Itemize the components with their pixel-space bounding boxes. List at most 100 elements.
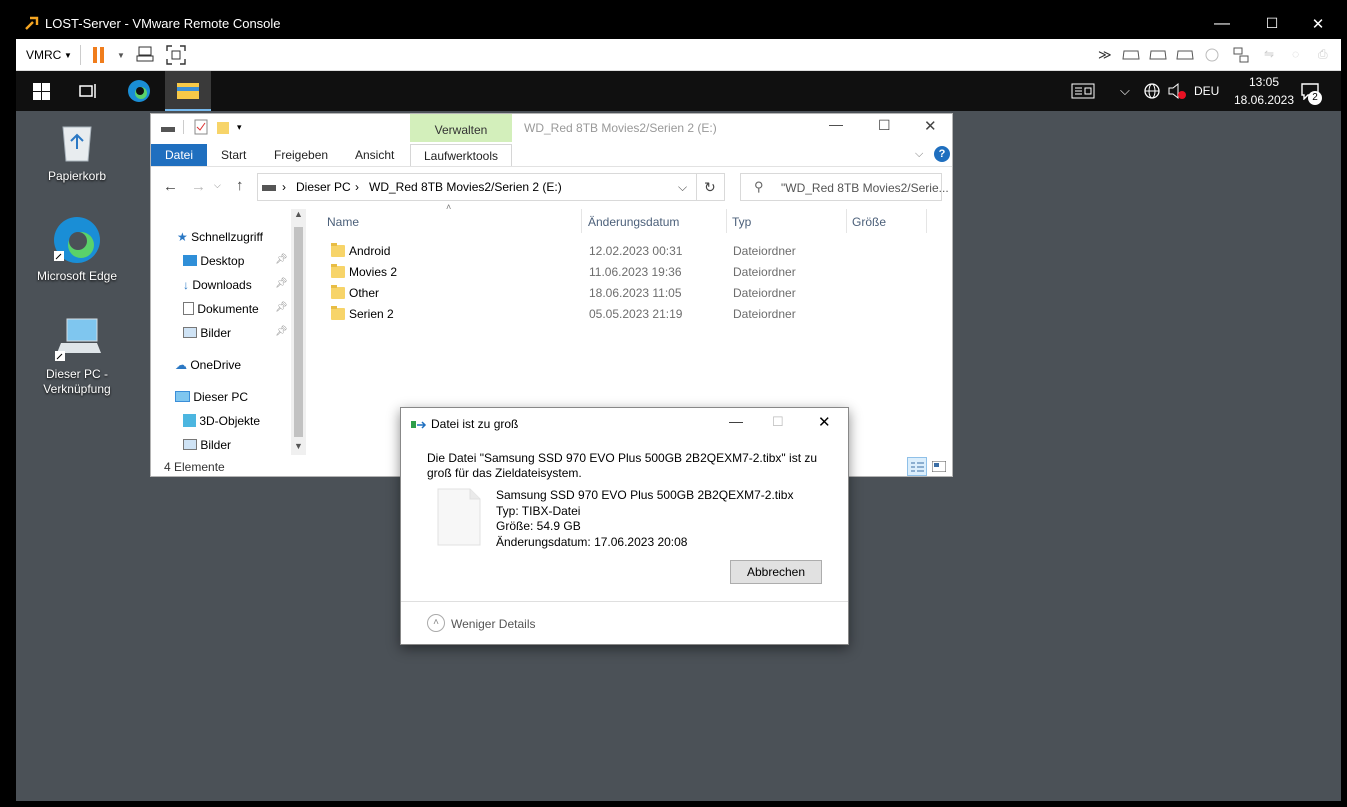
news-widget-icon[interactable] (1071, 82, 1095, 100)
tab-start[interactable]: Start (221, 144, 246, 166)
tiles-view-button[interactable] (930, 457, 948, 476)
pause-icon[interactable] (93, 47, 97, 63)
nav-pictures[interactable]: Bilder (183, 326, 231, 340)
more-devices-icon[interactable]: ≫ (1098, 47, 1112, 63)
table-row[interactable]: Android 12.02.2023 00:31 Dateiordner (329, 242, 929, 262)
address-dropdown-icon[interactable]: ⌵ (678, 180, 687, 195)
pin-icon[interactable]: 📌︎ (275, 302, 288, 313)
search-box[interactable]: ⚲ "WD_Red 8TB Movies2/Serie... (740, 173, 949, 201)
forward-arrow-icon[interactable]: → (191, 178, 206, 195)
table-row[interactable]: Movies 2 11.06.2023 19:36 Dateiordner (329, 263, 929, 283)
nav-documents[interactable]: Dokumente (183, 302, 259, 316)
up-arrow-icon[interactable]: ↑ (236, 177, 244, 194)
caret-down-icon[interactable]: ▼ (64, 51, 72, 60)
address-bar[interactable]: › Dieser PC › WD_Red 8TB Movies2/Serien … (257, 173, 697, 201)
ribbon-expand-icon[interactable]: ⌵ (915, 148, 923, 161)
search-input[interactable]: "WD_Red 8TB Movies2/Serie... (781, 181, 949, 195)
nav-scrollbar[interactable]: ▲ ▼ (291, 209, 306, 455)
tray-chevron-icon[interactable]: ⌵ (1120, 83, 1130, 99)
table-row[interactable]: Serien 2 05.05.2023 21:19 Dateiordner (329, 305, 929, 325)
explorer-minimize-button[interactable]: — (829, 116, 843, 132)
refresh-button[interactable]: ↻ (697, 173, 725, 201)
edge-taskbar-icon[interactable] (127, 79, 151, 103)
pin-icon[interactable]: 📌︎ (275, 254, 288, 265)
column-size[interactable]: Größe (852, 215, 886, 229)
qat-dropdown-icon[interactable]: ▾ (237, 122, 242, 133)
new-folder-icon[interactable] (216, 119, 230, 135)
nav-3d-objects[interactable]: 3D-Objekte (183, 414, 260, 428)
column-type[interactable]: Typ (732, 215, 751, 229)
less-details-toggle[interactable]: Weniger Details (451, 617, 535, 631)
nav-desktop[interactable]: Desktop (183, 254, 244, 268)
windows-start-icon[interactable] (33, 83, 50, 100)
cancel-button[interactable]: Abbrechen (730, 560, 822, 584)
pin-icon[interactable]: 📌︎ (275, 278, 288, 289)
minimize-button[interactable]: — (1199, 8, 1245, 39)
back-arrow-icon[interactable]: ← (163, 178, 178, 195)
hdd-icon[interactable] (1122, 47, 1140, 63)
maximize-button[interactable]: ☐ (1249, 8, 1295, 39)
clock-date[interactable]: 18.06.2023 (1224, 93, 1304, 107)
send-ctrl-alt-del-icon[interactable] (136, 45, 154, 63)
tab-ansicht[interactable]: Ansicht (355, 144, 394, 166)
desktop-icon-edge[interactable]: Microsoft Edge (32, 215, 122, 284)
column-divider[interactable] (926, 209, 927, 233)
language-indicator[interactable]: DEU (1194, 84, 1219, 98)
dialog-minimize-button[interactable]: — (729, 413, 743, 429)
breadcrumb-item[interactable]: Dieser PC (296, 180, 351, 194)
table-row[interactable]: Other 18.06.2023 11:05 Dateiordner (329, 284, 929, 304)
desktop-icon-recycle-bin[interactable]: Papierkorb (32, 119, 122, 184)
breadcrumb-item[interactable]: WD_Red 8TB Movies2/Serien 2 (E:) (369, 180, 562, 194)
column-divider[interactable] (726, 209, 727, 233)
vmrc-menu[interactable]: VMRC (26, 48, 61, 62)
scroll-down-icon[interactable]: ▼ (294, 441, 303, 451)
file-name: Movies 2 (349, 265, 398, 279)
explorer-close-button[interactable]: ✕ (924, 117, 937, 135)
nav-this-pc[interactable]: Dieser PC (175, 390, 248, 404)
tab-freigeben[interactable]: Freigeben (274, 144, 328, 166)
nav-onedrive[interactable]: ☁ OneDrive (175, 358, 241, 372)
chevron-up-icon[interactable]: ˄ (427, 614, 445, 632)
tab-laufwerktools[interactable]: Laufwerktools (410, 144, 512, 166)
scroll-up-icon[interactable]: ▲ (294, 209, 303, 219)
printer-icon[interactable]: ⎙ (1318, 47, 1328, 62)
dialog-maximize-button: ☐ (772, 414, 784, 429)
hdd-icon[interactable] (1176, 47, 1194, 63)
volume-muted-icon[interactable] (1167, 82, 1187, 100)
tab-datei[interactable]: Datei (151, 144, 207, 166)
sound-icon[interactable]: ◌ (1292, 47, 1299, 61)
column-header: Name Änderungsdatum Typ Größe (321, 209, 941, 233)
hdd-icon[interactable] (1149, 47, 1167, 63)
dialog-close-button[interactable]: ✕ (818, 413, 831, 431)
recent-dropdown-icon[interactable]: ⌵ (214, 180, 221, 191)
vmrc-toolbar: VMRC ▼ ▼ ≫ ⇋ ◌ ⎙ (16, 39, 1341, 71)
network-icon[interactable] (1232, 46, 1250, 64)
explorer-taskbar-button[interactable] (165, 71, 211, 111)
details-view-button[interactable] (907, 457, 927, 476)
column-divider[interactable] (581, 209, 582, 233)
nav-quick-access[interactable]: ★ Schnellzugriff (177, 230, 263, 244)
cd-icon[interactable] (1204, 47, 1220, 63)
file-date: 05.05.2023 21:19 (589, 307, 683, 321)
document-icon (183, 302, 194, 315)
dialog-message: Die Datei "Samsung SSD 970 EVO Plus 500G… (427, 451, 818, 480)
pause-dropdown-icon[interactable]: ▼ (117, 51, 125, 60)
nav-downloads[interactable]: ↓ Downloads (183, 278, 252, 292)
globe-network-icon[interactable] (1143, 82, 1161, 100)
close-button[interactable]: ✕ (1295, 8, 1341, 39)
clock-time[interactable]: 13:05 (1242, 75, 1286, 89)
column-date[interactable]: Änderungsdatum (588, 215, 679, 229)
column-name[interactable]: Name (327, 215, 359, 229)
properties-icon[interactable] (194, 119, 208, 135)
help-icon[interactable]: ? (934, 146, 950, 162)
edge-icon (54, 217, 100, 263)
scroll-thumb[interactable] (294, 227, 303, 437)
task-view-icon[interactable] (79, 82, 97, 100)
fullscreen-icon[interactable] (166, 45, 186, 65)
explorer-maximize-button[interactable]: ☐ (878, 117, 891, 134)
column-divider[interactable] (846, 209, 847, 233)
nav-pictures-pc[interactable]: Bilder (183, 438, 231, 452)
desktop-icon-this-pc[interactable]: Dieser PC - Verknüpfung (32, 315, 122, 397)
usb-icon[interactable]: ⇋ (1264, 47, 1274, 61)
pin-icon[interactable]: 📌︎ (275, 326, 288, 337)
